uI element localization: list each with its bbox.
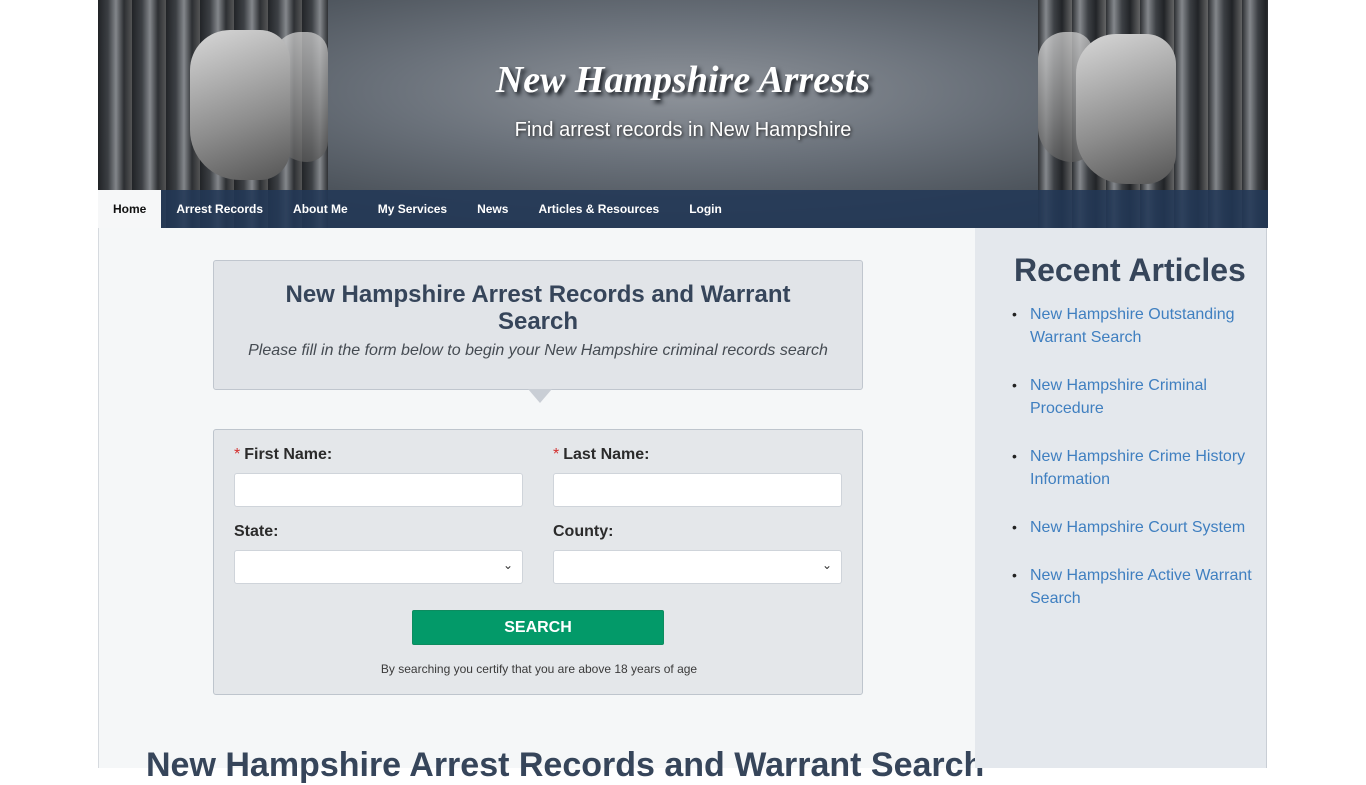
recent-articles-list: New Hampshire Outstanding Warrant Search… <box>1012 303 1252 635</box>
county-field: County: ⌄ <box>553 523 842 584</box>
page-wrapper: New Hampshire Arrests Find arrest record… <box>98 0 1268 784</box>
age-disclaimer: By searching you certify that you are ab… <box>380 662 698 676</box>
chevron-down-icon: ⌄ <box>821 558 832 572</box>
list-item: New Hampshire Crime History Information <box>1012 445 1252 491</box>
last-name-label: * Last Name: <box>553 446 650 463</box>
state-label: State: <box>234 523 279 540</box>
search-button[interactable]: SEARCH <box>412 610 664 645</box>
nav-about-me[interactable]: About Me <box>278 190 363 228</box>
article-link[interactable]: New Hampshire Court System <box>1030 519 1245 536</box>
header-banner: New Hampshire Arrests Find arrest record… <box>98 0 1268 228</box>
search-intro-subtitle: Please fill in the form below to begin y… <box>248 342 828 359</box>
search-intro-title: New Hampshire Arrest Records and Warrant… <box>285 281 791 335</box>
article-link[interactable]: New Hampshire Outstanding Warrant Search <box>1030 306 1235 346</box>
list-item: New Hampshire Court System <box>1012 516 1252 539</box>
first-name-field: * First Name: <box>234 446 523 507</box>
chevron-down-icon: ⌄ <box>502 558 513 572</box>
list-item: New Hampshire Criminal Procedure <box>1012 374 1252 420</box>
list-item: New Hampshire Outstanding Warrant Search <box>1012 303 1252 349</box>
recent-articles-title: Recent Articles <box>1014 252 1246 288</box>
state-field: State: ⌄ <box>234 523 523 584</box>
site-title[interactable]: New Hampshire Arrests <box>98 58 1268 102</box>
list-item: New Hampshire Active Warrant Search <box>1012 564 1252 610</box>
state-select[interactable]: ⌄ <box>234 550 523 584</box>
hand-image <box>190 30 290 180</box>
required-marker: * <box>234 446 241 463</box>
main-heading: New Hampshire Arrest Records and Warrant… <box>146 746 985 784</box>
nav-arrest-records[interactable]: Arrest Records <box>161 190 278 228</box>
main-nav: Home Arrest Records About Me My Services… <box>98 190 1268 228</box>
first-name-label: * First Name: <box>234 446 333 463</box>
nav-login[interactable]: Login <box>674 190 737 228</box>
hand-image <box>1076 34 1176 184</box>
county-label: County: <box>553 523 614 540</box>
last-name-input[interactable] <box>553 473 842 507</box>
nav-my-services[interactable]: My Services <box>363 190 462 228</box>
sidebar: Recent Articles New Hampshire Outstandin… <box>975 228 1267 768</box>
search-intro-box: New Hampshire Arrest Records and Warrant… <box>213 260 863 403</box>
first-name-input[interactable] <box>234 473 523 507</box>
search-form: * First Name: * Last Name: State: ⌄ County… <box>213 429 863 695</box>
nav-home[interactable]: Home <box>98 190 162 228</box>
article-link[interactable]: New Hampshire Active Warrant Search <box>1030 567 1252 607</box>
nav-articles-resources[interactable]: Articles & Resources <box>523 190 674 228</box>
site-tagline: Find arrest records in New Hampshire <box>514 119 852 141</box>
article-link[interactable]: New Hampshire Criminal Procedure <box>1030 377 1207 417</box>
last-name-field: * Last Name: <box>553 446 842 507</box>
article-link[interactable]: New Hampshire Crime History Information <box>1030 448 1245 488</box>
main-content: New Hampshire Arrest Records and Warrant… <box>98 228 984 784</box>
required-marker: * <box>553 446 560 463</box>
county-select[interactable]: ⌄ <box>553 550 842 584</box>
nav-news[interactable]: News <box>462 190 523 228</box>
